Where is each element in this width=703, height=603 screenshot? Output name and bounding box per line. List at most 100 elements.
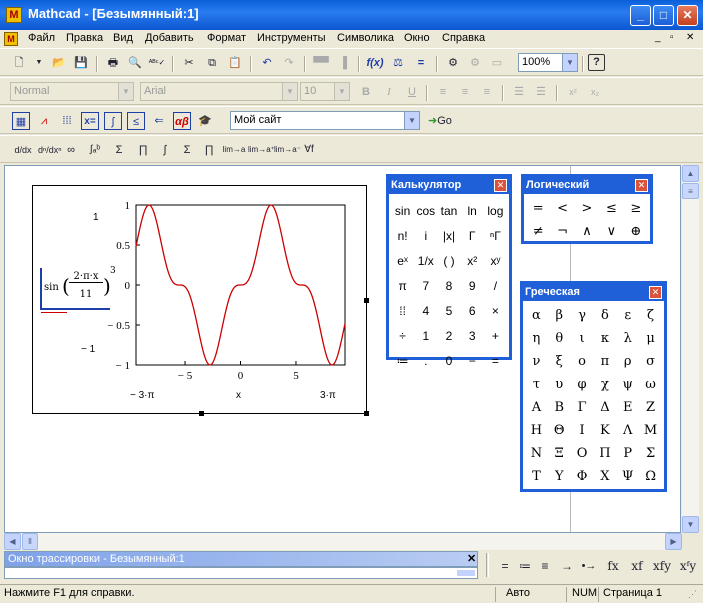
menu-window[interactable]: Окно [404,32,430,44]
logic-key[interactable]: ≠ [526,220,550,243]
logic-key[interactable]: < [550,197,574,220]
paste-icon[interactable]: 📋 [226,54,244,72]
infix-operator-button[interactable]: xfy [651,557,673,575]
calculator-key[interactable]: 5 [437,299,460,324]
close-icon[interactable]: ✕ [649,286,662,299]
nth-derivative-button[interactable]: dⁿ/dxⁿ [38,141,62,159]
logic-key[interactable]: ≤ [599,197,623,220]
chevron-down-icon[interactable]: ▼ [282,83,297,100]
calculator-key[interactable]: ( ) [437,249,460,274]
calculator-key[interactable]: ⁞⁞ [391,299,414,324]
postfix-operator-button[interactable]: xf [628,557,646,575]
calculator-key[interactable]: π [391,274,414,299]
boolean-toolbar-icon[interactable]: ≤ [127,112,145,130]
size-grip-icon[interactable]: ⋰ [688,589,697,600]
calculator-key[interactable]: cos [414,199,437,224]
greek-key[interactable]: Ν [525,442,548,465]
greek-key[interactable]: δ [594,304,617,327]
logic-key[interactable]: ∨ [599,220,623,243]
calculator-toolbar-icon[interactable]: ▦ [12,112,30,130]
trace-scroll-icon[interactable] [457,570,475,576]
scroll-up-icon[interactable]: ▲ [682,165,699,182]
greek-key[interactable]: Δ [594,396,617,419]
calculator-key[interactable]: 1 [414,324,437,349]
greek-key[interactable]: Ω [639,465,662,488]
menu-symbolics[interactable]: Символика [337,32,394,44]
calculator-key[interactable]: 7 [414,274,437,299]
new-icon[interactable]: 🗋 [10,54,28,72]
greek-key[interactable]: Ρ [616,442,639,465]
greek-toolbar-icon[interactable]: αβ [173,112,191,130]
align-across-icon[interactable]: ▀▀ [312,54,330,72]
new-dropdown-icon[interactable]: ▼ [30,54,48,72]
calculator-key[interactable]: 3 [461,324,484,349]
greek-key[interactable]: κ [594,327,617,350]
greek-key[interactable]: ζ [639,304,662,327]
align-center-icon[interactable]: ≡ [456,83,474,101]
keyword-evaluate-button[interactable]: •→ [580,557,598,575]
calculator-key[interactable]: i [414,224,437,249]
align-down-icon[interactable]: ▐ [334,54,352,72]
calculator-key[interactable]: ln [461,199,484,224]
calculator-key[interactable]: 4 [414,299,437,324]
greek-key[interactable]: τ [525,373,548,396]
logic-key[interactable]: ∧ [575,220,599,243]
calculator-key[interactable]: − [461,349,484,374]
chevron-down-icon[interactable]: ▼ [334,83,349,100]
calculator-key[interactable]: x² [461,249,484,274]
greek-key[interactable]: Υ [548,465,571,488]
menu-edit[interactable]: Правка [66,32,103,44]
scroll-thumb[interactable]: ≡ [682,183,699,199]
prefix-operator-button[interactable]: fx [604,557,622,575]
symbolic-evaluate-button[interactable]: → [558,557,576,575]
greek-key[interactable]: Π [594,442,617,465]
greek-key[interactable]: χ [594,373,617,396]
insert-component-icon[interactable]: ⚙ [444,54,462,72]
font-combo[interactable]: Arial ▼ [140,82,298,101]
calculate-icon[interactable]: = [412,54,430,72]
insert-unit-icon[interactable]: ⚖ [389,54,407,72]
greek-key[interactable]: Ο [571,442,594,465]
horizontal-scrollbar[interactable]: ◀ ⦀ ▶ [4,533,682,550]
greek-key[interactable]: φ [571,373,594,396]
calculator-key[interactable]: |x| [437,224,460,249]
greek-key[interactable]: β [548,304,571,327]
site-combo[interactable]: Мой сайт ▼ [230,111,420,130]
trace-output[interactable] [4,567,478,579]
definite-integral-button[interactable]: ∫ₐᵇ [86,141,104,159]
greek-key[interactable]: π [594,350,617,373]
calculator-key[interactable]: 9 [461,274,484,299]
bullets-icon[interactable]: ☰ [510,83,528,101]
graph-toolbar-icon[interactable]: ⩘ [35,112,53,130]
mdi-close-icon[interactable]: ✕ [686,32,694,43]
copy-icon[interactable]: ⧉ [203,54,221,72]
print-icon[interactable]: 🖶 [104,54,122,72]
range-product-button[interactable]: ∏ [200,141,218,159]
right-limit-button[interactable]: lim→a⁺ [248,141,275,159]
programming-toolbar-icon[interactable]: ⇐ [150,112,168,130]
greek-key[interactable]: Β [548,396,571,419]
xy-plot[interactable]: 1 0.5 0 − 0.5 − 1 − 5 0 5 1 − 1 sin ( 2·π·x 11 … [32,185,369,416]
calculator-key[interactable]: n! [391,224,414,249]
greek-key[interactable]: Κ [594,419,617,442]
evaluation-toolbar-icon[interactable]: x= [81,112,99,130]
symbolic-toolbar-icon[interactable]: 🎓 [196,112,214,130]
range-sum-button[interactable]: Σ [178,141,196,159]
greek-key[interactable]: Ι [571,419,594,442]
left-limit-button[interactable]: lim→a⁻ [274,141,301,159]
scroll-right-icon[interactable]: ▶ [665,533,682,550]
scroll-down-icon[interactable]: ▼ [682,516,699,533]
open-icon[interactable]: 📂 [50,54,68,72]
calculator-key[interactable]: ≔ [391,349,414,374]
greek-key[interactable]: λ [616,327,639,350]
treefix-operator-button[interactable]: xᶠy [677,557,699,575]
greek-key[interactable]: Η [525,419,548,442]
redo-icon[interactable]: ↷ [280,54,298,72]
calculator-key[interactable]: xʸ [484,249,507,274]
superscript-icon[interactable]: x² [564,83,582,101]
calculator-key[interactable]: 0 [437,349,460,374]
greek-key[interactable]: θ [548,327,571,350]
calculator-key[interactable]: . [414,349,437,374]
greek-key[interactable]: Θ [548,419,571,442]
logic-key[interactable]: = [526,197,550,220]
